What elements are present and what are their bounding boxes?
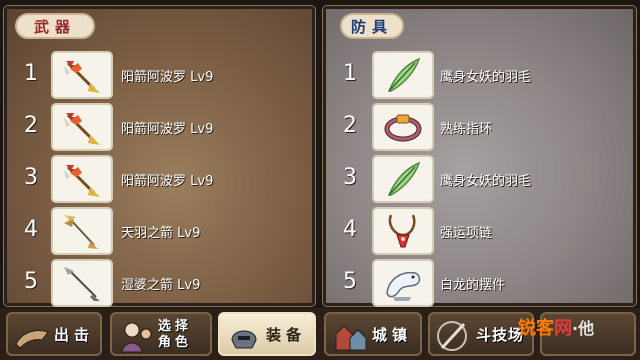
item-slot[interactable] (372, 155, 434, 203)
rank-number: 5 (343, 269, 357, 294)
rank-number: 2 (343, 113, 357, 138)
item-name: 熟练指环 (440, 122, 493, 137)
item-slot[interactable] (372, 103, 434, 151)
item-name: 阳箭阿波罗 Lv9 (121, 174, 214, 189)
item-name: 阳箭阿波罗 Lv9 (121, 122, 214, 137)
flame-arrow-icon (64, 113, 100, 145)
weapon-row[interactable]: 1 阳箭阿波罗 Lv9 (7, 51, 312, 101)
sortie-button[interactable]: 出击 (6, 312, 102, 356)
sword-icon (437, 321, 467, 351)
weapons-panel: 武器 1 阳箭阿波罗 Lv9 2 阳箭阿波罗 Lv9 3 阳箭阿波罗 Lv9 4… (3, 5, 316, 309)
weapon-row[interactable]: 4 天羽之箭 Lv9 (7, 207, 312, 257)
armor-row[interactable]: 1 鹰身女妖的羽毛 (326, 51, 633, 101)
green-feather-icon (387, 57, 421, 92)
equip-label: 装备 (266, 325, 307, 344)
sortie-icon (15, 330, 49, 349)
golden-arrow-icon (64, 213, 98, 249)
select-role-button[interactable]: 选择 角色 (110, 312, 212, 356)
necklace-icon (388, 214, 416, 248)
item-name: 天羽之箭 Lv9 (121, 226, 201, 241)
sortie-label: 出击 (54, 325, 95, 344)
character-icon (121, 322, 152, 353)
weapon-row[interactable]: 2 阳箭阿波罗 Lv9 (7, 103, 312, 153)
armor-row[interactable]: 4 强运项链 (326, 207, 633, 257)
armor-panel: 防具 1 鹰身女妖的羽毛 2 熟练指环 3 鹰身女妖的羽毛 4 强运项链 5 白… (322, 5, 637, 309)
select-role-label: 选择 角色 (158, 319, 193, 350)
item-name: 强运项链 (440, 226, 493, 241)
weapon-row[interactable]: 3 阳箭阿波罗 Lv9 (7, 155, 312, 205)
item-name: 白龙的摆件 (440, 278, 506, 293)
town-label: 城镇 (372, 325, 413, 344)
rank-number: 4 (343, 217, 357, 242)
item-slot[interactable] (51, 155, 113, 203)
white-dragon-icon (386, 271, 421, 301)
silver-arrow-icon (64, 267, 100, 301)
item-slot[interactable] (51, 259, 113, 307)
town-icon (335, 325, 367, 351)
flame-arrow-icon (64, 61, 100, 93)
armor-row[interactable]: 3 鹰身女妖的羽毛 (326, 155, 633, 205)
rank-number: 4 (24, 217, 38, 242)
green-feather-icon (387, 161, 421, 196)
weapons-header: 武器 (15, 13, 95, 39)
rank-number: 5 (24, 269, 38, 294)
item-slot[interactable] (51, 51, 113, 99)
armor-row[interactable]: 2 熟练指环 (326, 103, 633, 153)
armor-helmet-icon (231, 330, 257, 349)
item-name: 湿婆之箭 Lv9 (121, 278, 201, 293)
arena-label: 斗技场 (476, 325, 525, 344)
rank-number: 3 (343, 165, 357, 190)
watermark: 锐客网·他 (518, 318, 595, 339)
item-slot[interactable] (372, 207, 434, 255)
rank-number: 2 (24, 113, 38, 138)
item-name: 阳箭阿波罗 Lv9 (121, 70, 214, 85)
flame-arrow-icon (64, 165, 100, 197)
rank-number: 3 (24, 165, 38, 190)
item-name: 鹰身女妖的羽毛 (440, 174, 532, 189)
item-slot[interactable] (372, 259, 434, 307)
item-name: 鹰身女妖的羽毛 (440, 70, 532, 85)
weapon-row[interactable]: 5 湿婆之箭 Lv9 (7, 259, 312, 309)
town-button[interactable]: 城镇 (324, 312, 422, 356)
item-slot[interactable] (372, 51, 434, 99)
armor-row[interactable]: 5 白龙的摆件 (326, 259, 633, 309)
item-slot[interactable] (51, 207, 113, 255)
rank-number: 1 (24, 61, 38, 86)
rank-number: 1 (343, 61, 357, 86)
ring-icon (384, 114, 422, 142)
item-slot[interactable] (51, 103, 113, 151)
armor-header: 防具 (340, 13, 404, 39)
equip-button[interactable]: 装备 (218, 312, 316, 356)
